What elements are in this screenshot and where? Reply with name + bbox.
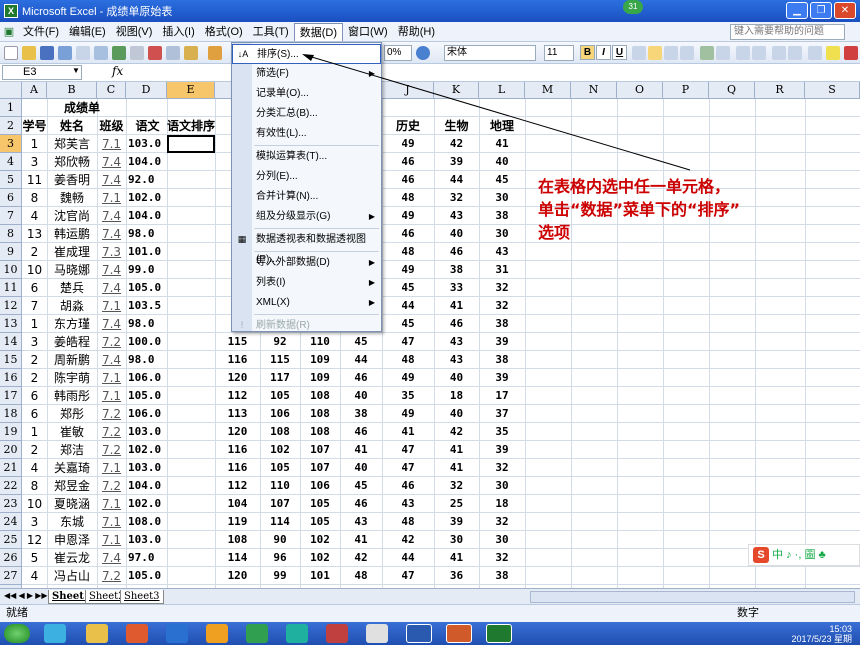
app-icon[interactable] bbox=[126, 624, 148, 643]
sogou-icon: S bbox=[753, 547, 769, 563]
tab-nav-icon[interactable]: ◀◀ ◀ ▶ ▶▶ bbox=[4, 591, 48, 600]
sheet-tabs-bar: ◀◀ ◀ ▶ ▶▶ Sheet1 Sheet2 Sheet3 bbox=[0, 588, 860, 604]
app-icon[interactable] bbox=[246, 624, 268, 643]
status-ready: 就绪 bbox=[6, 607, 28, 619]
browser-icon[interactable] bbox=[44, 624, 66, 643]
annotation-line: 选项 bbox=[538, 223, 571, 242]
media-icon[interactable] bbox=[286, 624, 308, 643]
status-bar: 就绪 数字 bbox=[0, 604, 860, 622]
ime-toolbar[interactable]: S 中 ♪ ·, 圖 ♣ bbox=[748, 544, 860, 566]
app-icon[interactable] bbox=[166, 624, 188, 643]
start-button[interactable] bbox=[4, 624, 30, 643]
status-numlock: 数字 bbox=[737, 607, 759, 619]
annotation-line: 在表格内选中任一单元格， bbox=[538, 177, 731, 196]
clock-time: 15:03 bbox=[829, 624, 852, 634]
word-icon[interactable] bbox=[406, 624, 432, 643]
excel-taskbar-icon[interactable] bbox=[486, 624, 512, 643]
annotation-line: 单击“数据”菜单下的“排序” bbox=[538, 200, 741, 219]
app-icon[interactable] bbox=[326, 624, 348, 643]
system-clock: 15:03 2017/5/23 星期 bbox=[791, 624, 852, 644]
folder-icon[interactable] bbox=[86, 624, 108, 643]
tab-sheet3[interactable]: Sheet3 bbox=[120, 590, 164, 604]
app-icon[interactable] bbox=[366, 624, 388, 643]
taskbar: 15:03 2017/5/23 星期 bbox=[0, 622, 860, 645]
clock-date: 2017/5/23 星期 bbox=[791, 634, 852, 644]
app-icon[interactable] bbox=[206, 624, 228, 643]
horizontal-scrollbar[interactable] bbox=[530, 591, 855, 603]
instruction-annotation: 在表格内选中任一单元格， 单击“数据”菜单下的“排序” 选项 bbox=[538, 175, 858, 244]
ime-status: 中 ♪ ·, 圖 ♣ bbox=[772, 549, 826, 561]
annotation-arrow bbox=[302, 54, 691, 171]
powerpoint-icon[interactable] bbox=[446, 624, 472, 643]
